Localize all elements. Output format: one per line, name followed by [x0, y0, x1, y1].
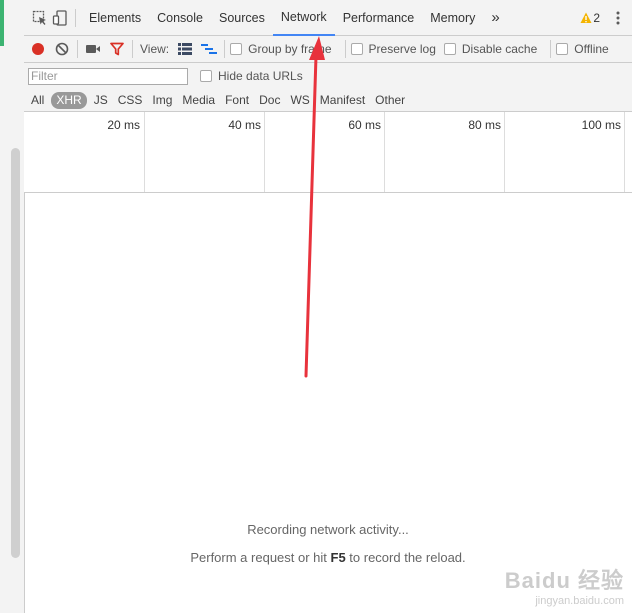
filter-input[interactable]: [28, 67, 188, 85]
toolbar-divider: [224, 40, 226, 58]
warning-count: 2: [593, 10, 600, 25]
type-filter-css[interactable]: CSS: [113, 92, 148, 109]
resource-type-filters: All XHR JS CSS Img Media Font Doc WS Man…: [24, 89, 632, 112]
filter-icon[interactable]: [107, 39, 127, 59]
filter-bar: Hide data URLs: [24, 63, 632, 89]
left-gutter: [0, 0, 25, 613]
type-filter-all[interactable]: All: [26, 92, 49, 109]
page-edge-highlight: [0, 0, 4, 46]
tab-memory[interactable]: Memory: [422, 0, 483, 36]
offline-label: Offline: [574, 42, 609, 56]
checkbox-box[interactable]: [200, 70, 212, 82]
clear-icon[interactable]: [52, 39, 72, 59]
reload-hint-suffix: to record the reload.: [345, 550, 466, 565]
tab-network[interactable]: Network: [272, 0, 335, 36]
timeline-tick: 60 ms: [264, 112, 385, 192]
disable-cache-label: Disable cache: [461, 42, 538, 56]
tab-sources[interactable]: Sources: [211, 0, 273, 36]
toolbar-divider: [344, 40, 346, 58]
record-button[interactable]: [28, 39, 48, 59]
view-label: View:: [140, 42, 170, 56]
type-filter-xhr[interactable]: XHR: [51, 91, 87, 109]
timeline-tick: [624, 112, 632, 192]
hide-data-urls-label: Hide data URLs: [218, 69, 303, 83]
group-by-frame-label: Group by frame: [248, 42, 332, 56]
checkbox-box[interactable]: [443, 43, 456, 55]
offline-checkbox[interactable]: Offline: [556, 42, 609, 56]
inspect-element-icon[interactable]: [30, 8, 50, 28]
checkbox-box[interactable]: [556, 43, 569, 55]
type-filter-img[interactable]: Img: [147, 92, 177, 109]
type-filter-manifest[interactable]: Manifest: [315, 92, 370, 109]
tab-console[interactable]: Console: [149, 0, 211, 36]
large-request-rows-icon[interactable]: [175, 39, 195, 59]
timeline-tick-label: 40 ms: [228, 118, 261, 132]
more-options-icon[interactable]: [608, 8, 628, 28]
type-filter-ws[interactable]: WS: [285, 92, 314, 109]
toolbar-divider: [77, 40, 78, 58]
type-filter-doc[interactable]: Doc: [254, 92, 285, 109]
timeline-tick-label: 100 ms: [581, 118, 621, 132]
type-filter-other[interactable]: Other: [370, 92, 410, 109]
timeline-tick-label: 60 ms: [348, 118, 381, 132]
toolbar-divider: [132, 40, 133, 58]
watermark-url: jingyan.baidu.com: [535, 595, 624, 607]
timeline-tick: 80 ms: [384, 112, 505, 192]
reload-hint-key: F5: [330, 550, 346, 565]
preserve-log-label: Preserve log: [368, 42, 436, 56]
timeline-overview[interactable]: 20 ms 40 ms 60 ms 80 ms 100 ms: [24, 112, 632, 193]
more-tabs-button[interactable]: »: [483, 0, 507, 36]
hide-data-urls-checkbox[interactable]: Hide data URLs: [200, 69, 303, 83]
disable-cache-checkbox[interactable]: Disable cache: [443, 42, 538, 56]
timeline-tick: 40 ms: [144, 112, 265, 192]
type-filter-js[interactable]: JS: [89, 92, 113, 109]
page-scrollbar[interactable]: [11, 148, 20, 558]
timeline-tick: 20 ms: [24, 112, 144, 192]
warning-icon[interactable]: [579, 8, 593, 28]
group-by-frame-checkbox[interactable]: Group by frame: [230, 42, 332, 56]
checkbox-box[interactable]: [350, 43, 363, 55]
recording-message: Recording network activity...: [247, 522, 409, 537]
timeline-tick-label: 20 ms: [107, 118, 140, 132]
baidu-watermark: Baidu 经验 jingyan.baidu.com: [505, 563, 624, 607]
timeline-tick: 100 ms: [504, 112, 625, 192]
watermark-logo: Baidu 经验: [504, 568, 624, 593]
toolbar-divider: [550, 40, 552, 58]
capture-screenshots-icon[interactable]: [83, 39, 103, 59]
devtools-tab-strip: Elements Console Sources Network Perform…: [24, 0, 632, 36]
toolbar-divider: [75, 8, 76, 27]
checkbox-box[interactable]: [230, 43, 243, 55]
show-overview-icon[interactable]: [199, 39, 219, 59]
tab-performance[interactable]: Performance: [335, 0, 423, 36]
network-toolbar: View: Group by frame Preserve log Disabl…: [24, 36, 632, 63]
device-toolbar-icon[interactable]: [50, 8, 70, 28]
reload-hint-prefix: Perform a request or hit: [190, 550, 331, 565]
preserve-log-checkbox[interactable]: Preserve log: [350, 42, 436, 56]
devtools-panel: Elements Console Sources Network Perform…: [24, 0, 632, 613]
tab-elements[interactable]: Elements: [81, 0, 149, 36]
type-filter-font[interactable]: Font: [220, 92, 254, 109]
timeline-tick-label: 80 ms: [468, 118, 501, 132]
type-filter-media[interactable]: Media: [177, 92, 220, 109]
